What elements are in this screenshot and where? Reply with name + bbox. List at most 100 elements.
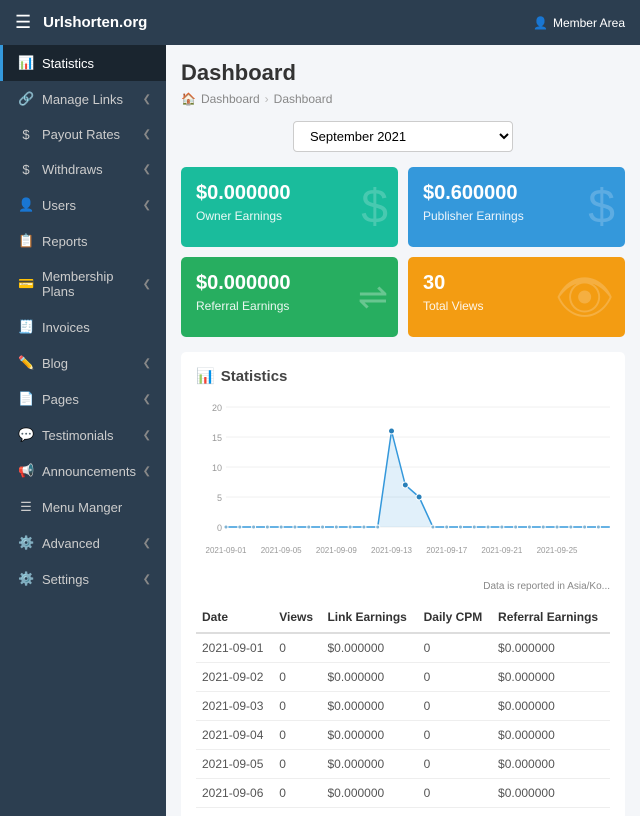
sidebar-item-settings[interactable]: ⚙️ Settings ❮ [0, 561, 166, 597]
sidebar-label-announcements: Announcements [42, 464, 136, 479]
table-cell: 2021-09-01 [196, 633, 273, 663]
top-nav-left: ☰ Urlshorten.org [15, 12, 147, 33]
brand-name: Urlshorten.org [43, 14, 147, 31]
sidebar-item-left: 📊 Statistics [18, 55, 94, 71]
testimonials-icon: 💬 [18, 427, 34, 443]
breadcrumb: 🏠 Dashboard › Dashboard [181, 92, 625, 106]
sidebar-item-menu-manger[interactable]: ☰ Menu Manger [0, 489, 166, 525]
users-icon: 👤 [18, 197, 34, 213]
arrow-icon: ❮ [143, 279, 151, 290]
table-cell: 2021-09-07 [196, 808, 273, 816]
sidebar-item-pages[interactable]: 📄 Pages ❮ [0, 381, 166, 417]
sidebar-item-manage-links[interactable]: 🔗 Manage Links ❮ [0, 81, 166, 117]
sidebar-item-testimonials[interactable]: 💬 Testimonials ❮ [0, 417, 166, 453]
table-cell: 0 [418, 663, 492, 692]
sidebar-item-invoices[interactable]: 🧾 Invoices [0, 309, 166, 345]
arrow-icon: ❮ [143, 574, 151, 585]
sidebar-item-announcements[interactable]: 📢 Announcements ❮ [0, 453, 166, 489]
card-bg-icon: 👁 [554, 269, 615, 326]
arrow-icon: ❮ [143, 430, 151, 441]
table-body: 2021-09-010$0.0000000$0.0000002021-09-02… [196, 633, 610, 816]
menu-manger-icon: ☰ [18, 499, 34, 515]
breadcrumb-home-icon: 🏠 [181, 92, 196, 106]
table-cell: $0.000000 [321, 808, 417, 816]
sidebar-item-statistics[interactable]: 📊 Statistics [0, 45, 166, 81]
date-select[interactable]: September 2021August 2021July 2021June 2… [293, 121, 513, 152]
sidebar-item-users[interactable]: 👤 Users ❮ [0, 187, 166, 223]
card-label: Publisher Earnings [423, 209, 610, 223]
chart-note: Data is reported in Asia/Ko... [196, 581, 610, 592]
card-publisher-earnings: $0.600000 Publisher Earnings $ [408, 167, 625, 247]
sidebar-item-left: 📄 Pages [18, 391, 79, 407]
sidebar-label-membership: Membership Plans [42, 269, 143, 299]
svg-text:20: 20 [212, 403, 222, 413]
withdraws-icon: $ [18, 162, 34, 177]
sidebar-item-membership[interactable]: 💳 Membership Plans ❮ [0, 259, 166, 309]
sidebar-item-reports[interactable]: 📋 Reports [0, 223, 166, 259]
table-cell: 2021-09-02 [196, 663, 273, 692]
statistics-section: 📊 Statistics 051015202021-09-012021-09-0… [181, 352, 625, 816]
sidebar-item-withdraws[interactable]: $ Withdraws ❮ [0, 152, 166, 187]
date-select-wrap: September 2021August 2021July 2021June 2… [181, 121, 625, 152]
sidebar: 📊 Statistics 🔗 Manage Links ❮ $ Payout R… [0, 45, 166, 816]
advanced-icon: ⚙️ [18, 535, 34, 551]
sidebar-label-reports: Reports [42, 234, 88, 249]
table-cell: $0.000000 [492, 750, 610, 779]
invoices-icon: 🧾 [18, 319, 34, 335]
table-cell: $0.000000 [492, 779, 610, 808]
table-row: 2021-09-010$0.0000000$0.000000 [196, 633, 610, 663]
svg-text:15: 15 [212, 433, 222, 443]
arrow-icon: ❮ [143, 164, 151, 175]
card-referral-earnings: $0.000000 Referral Earnings ⇌ [181, 257, 398, 337]
layout: 📊 Statistics 🔗 Manage Links ❮ $ Payout R… [0, 45, 640, 816]
svg-text:2021-09-13: 2021-09-13 [371, 546, 412, 555]
sidebar-label-withdraws: Withdraws [42, 162, 103, 177]
sidebar-item-left: 🧾 Invoices [18, 319, 90, 335]
table-cell: 0 [418, 721, 492, 750]
table-cell: 0 [273, 663, 321, 692]
sidebar-item-left: 📋 Reports [18, 233, 88, 249]
breadcrumb-home[interactable]: Dashboard [201, 92, 260, 106]
table-cell: $0.000000 [492, 633, 610, 663]
blog-icon: ✏️ [18, 355, 34, 371]
table-col-header: Link Earnings [321, 602, 417, 633]
sidebar-label-payout-rates: Payout Rates [42, 127, 120, 142]
table-cell: $0.000000 [492, 663, 610, 692]
sidebar-item-blog[interactable]: ✏️ Blog ❮ [0, 345, 166, 381]
sidebar-item-left: $ Withdraws [18, 162, 103, 177]
sidebar-item-advanced[interactable]: ⚙️ Advanced ❮ [0, 525, 166, 561]
sidebar-label-advanced: Advanced [42, 536, 100, 551]
table-row: 2021-09-070$0.0000000$0.000000 [196, 808, 610, 816]
card-amount: $0.000000 [196, 272, 383, 295]
card-total-views: 30 Total Views 👁 [408, 257, 625, 337]
arrow-icon: ❮ [143, 394, 151, 405]
user-icon: 👤 [533, 16, 548, 30]
sidebar-label-pages: Pages [42, 392, 79, 407]
chart-wrap: 051015202021-09-012021-09-052021-09-0920… [196, 397, 610, 577]
table-cell: 0 [418, 779, 492, 808]
arrow-icon: ❮ [143, 200, 151, 211]
sidebar-item-payout-rates[interactable]: $ Payout Rates ❮ [0, 117, 166, 152]
table-cell: 0 [273, 692, 321, 721]
table-cell: 2021-09-05 [196, 750, 273, 779]
table-cell: $0.000000 [321, 663, 417, 692]
sidebar-label-users: Users [42, 198, 76, 213]
page-title: Dashboard [181, 60, 625, 86]
sidebar-item-left: ✏️ Blog [18, 355, 68, 371]
stat-cards: $0.000000 Owner Earnings $ $0.600000 Pub… [181, 167, 625, 337]
hamburger-icon[interactable]: ☰ [15, 12, 31, 33]
settings-icon: ⚙️ [18, 571, 34, 587]
data-table: DateViewsLink EarningsDaily CPMReferral … [196, 602, 610, 816]
sidebar-item-left: 💳 Membership Plans [18, 269, 143, 299]
table-col-header: Referral Earnings [492, 602, 610, 633]
announcements-icon: 📢 [18, 463, 34, 479]
arrow-icon: ❮ [143, 538, 151, 549]
table-row: 2021-09-020$0.0000000$0.000000 [196, 663, 610, 692]
table-cell: $0.000000 [492, 692, 610, 721]
sidebar-label-blog: Blog [42, 356, 68, 371]
main-content: Dashboard 🏠 Dashboard › Dashboard Septem… [166, 45, 640, 816]
sidebar-label-settings: Settings [42, 572, 89, 587]
card-label: Owner Earnings [196, 209, 383, 223]
table-cell: 0 [273, 633, 321, 663]
svg-text:2021-09-09: 2021-09-09 [316, 546, 357, 555]
